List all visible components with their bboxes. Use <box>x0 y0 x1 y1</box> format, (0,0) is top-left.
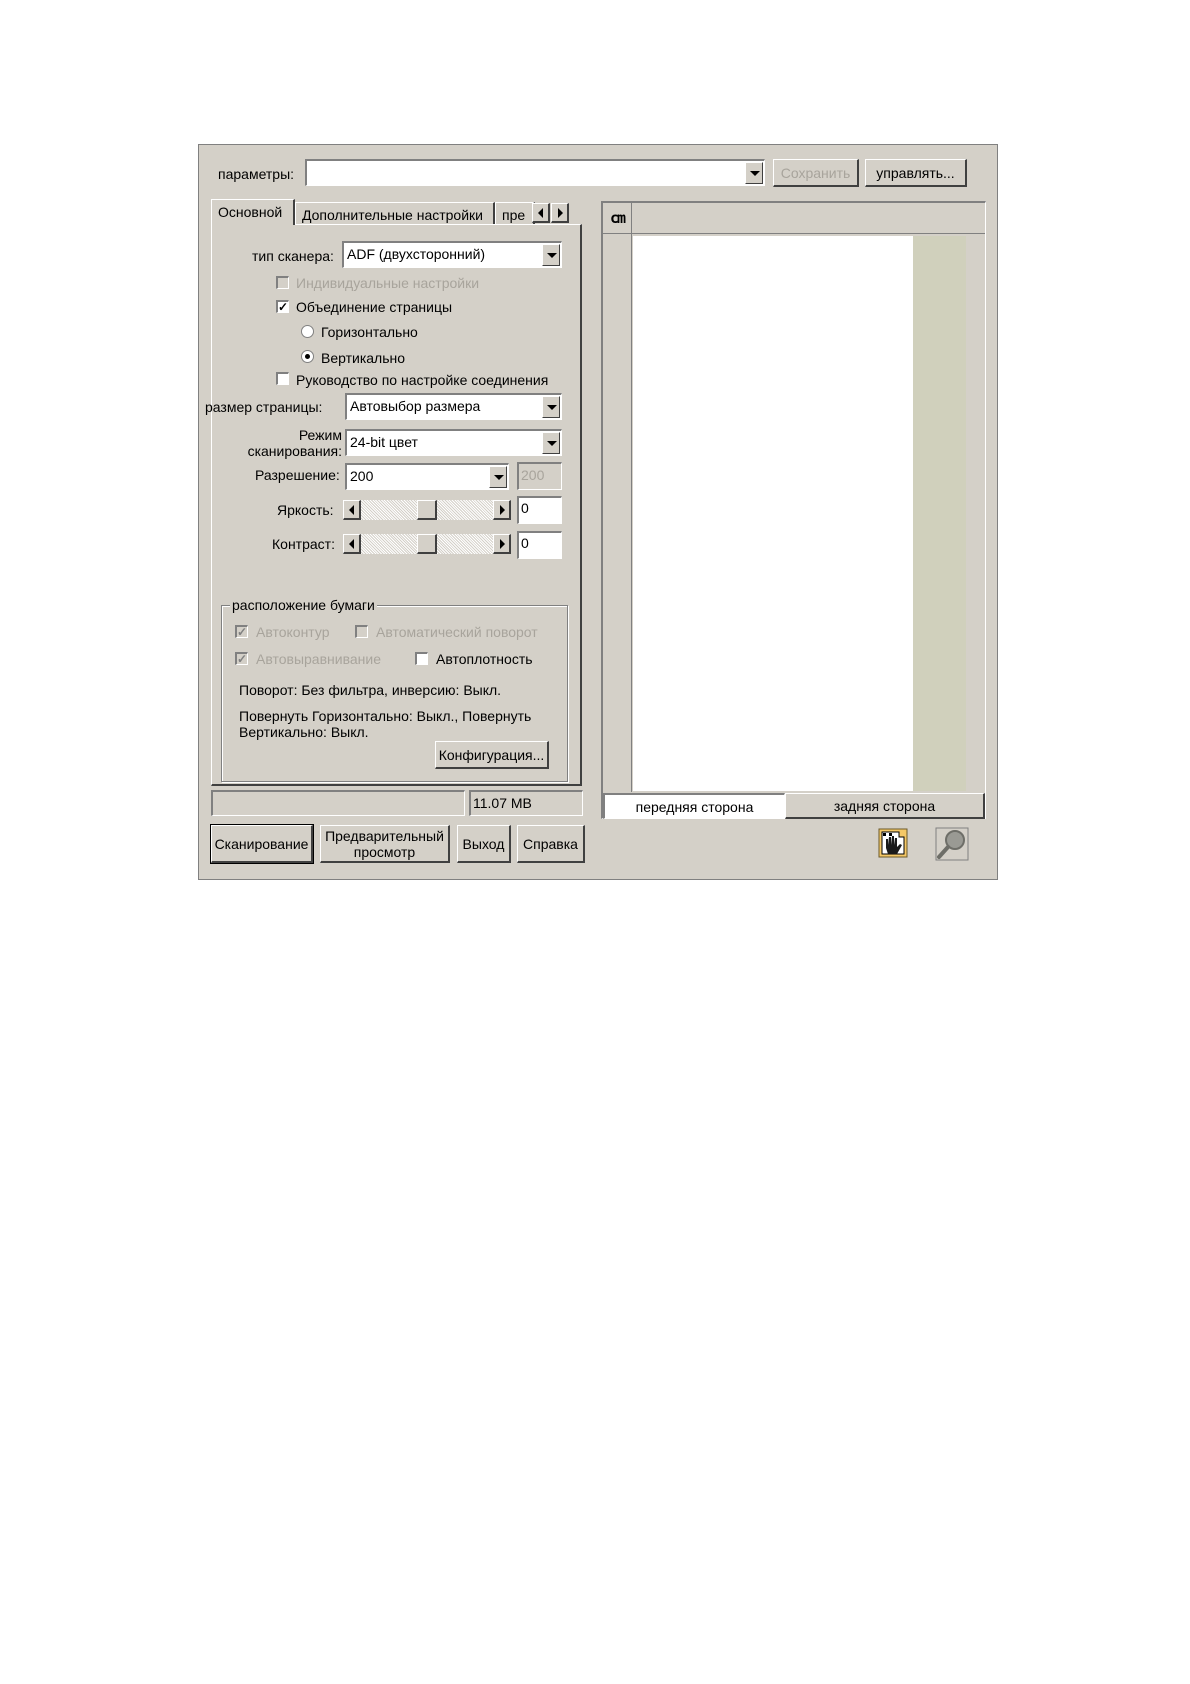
preview-area: cm <box>601 201 986 819</box>
auto-align-checkbox[interactable]: ✓ <box>235 652 248 665</box>
unit-button[interactable]: cm <box>603 203 632 234</box>
tab-scroll-right-icon[interactable] <box>551 203 569 223</box>
tab-preview[interactable]: пре <box>495 202 535 225</box>
horizontal-ruler <box>632 203 985 234</box>
auto-density-label: Автоплотность <box>436 651 533 667</box>
params-combo[interactable] <box>305 159 765 186</box>
help-button[interactable]: Справка <box>517 825 585 863</box>
slider-left-arrow-icon[interactable] <box>343 534 361 554</box>
brightness-label: Яркость: <box>277 502 334 518</box>
page-merge-label: Объединение страницы <box>296 299 453 315</box>
page-size-label: размер страницы: <box>205 399 323 415</box>
resolution-value: 200 <box>350 468 374 484</box>
brightness-track[interactable] <box>361 500 493 520</box>
scanner-type-value: ADF (двухсторонний) <box>347 246 486 262</box>
scanner-dialog: параметры: Сохранить управлять... Основн… <box>198 144 998 880</box>
tab-scroll-left-icon[interactable] <box>532 203 550 223</box>
vertical-radio[interactable] <box>301 350 314 363</box>
auto-align-label: Автовыравнивание <box>256 651 381 667</box>
brightness-slider[interactable] <box>343 499 511 521</box>
resolution-custom-field[interactable]: 200 <box>517 462 562 490</box>
paper-position-title: расположение бумаги <box>230 597 377 613</box>
zoom-magnifier-icon[interactable] <box>935 827 969 861</box>
preview-button-line2: просмотр <box>353 843 416 860</box>
auto-rotate-label: Автоматический поворот <box>376 624 538 640</box>
tab-back-side[interactable]: задняя сторона <box>785 793 985 819</box>
page-merge-checkbox[interactable]: ✓ <box>276 300 289 313</box>
memory-status: 11.07 MB <box>469 790 583 816</box>
auto-rotate-checkbox[interactable] <box>355 625 368 638</box>
chevron-down-icon[interactable] <box>745 162 763 184</box>
individual-settings-label: Индивидуальные настройки <box>296 275 480 291</box>
preview-margin <box>913 236 966 791</box>
page-size-value: Автовыбор размера <box>350 398 481 414</box>
chevron-down-icon[interactable] <box>542 432 560 454</box>
contrast-track[interactable] <box>361 534 493 554</box>
contrast-thumb[interactable] <box>417 534 437 554</box>
horizontal-label: Горизонтально <box>321 324 418 340</box>
brightness-value-field[interactable]: 0 <box>517 496 562 524</box>
scan-hand-icon[interactable] <box>877 827 909 859</box>
save-button[interactable]: Сохранить <box>773 159 859 187</box>
scan-mode-label-line1: Режим <box>298 427 342 443</box>
connection-guide-label: Руководство по настройке соединения <box>296 372 549 388</box>
auto-contour-label: Автоконтур <box>256 624 330 640</box>
exit-button[interactable]: Выход <box>457 825 511 863</box>
flip-info-line2: Вертикально: Выкл. <box>239 724 369 740</box>
tab-front-side[interactable]: передняя сторона <box>603 793 785 819</box>
horizontal-radio[interactable] <box>301 325 314 338</box>
page-size-select[interactable]: Автовыбор размера <box>345 393 562 420</box>
vertical-label: Вертикально <box>321 350 406 366</box>
scanner-type-label: тип сканера: <box>252 248 334 264</box>
chevron-down-icon[interactable] <box>489 466 507 488</box>
params-label: параметры: <box>218 166 295 182</box>
chevron-down-icon[interactable] <box>542 244 560 266</box>
tab-advanced[interactable]: Дополнительные настройки <box>295 202 495 225</box>
manage-button[interactable]: управлять... <box>865 159 967 187</box>
auto-contour-checkbox[interactable]: ✓ <box>235 625 248 638</box>
preview-button[interactable]: Предварительный просмотр <box>320 825 450 863</box>
contrast-slider[interactable] <box>343 533 511 555</box>
contrast-value-field[interactable]: 0 <box>517 531 562 559</box>
preview-button-line1: Предварительный <box>325 827 444 844</box>
status-progress <box>211 790 465 816</box>
chevron-down-icon[interactable] <box>542 396 560 418</box>
resolution-label: Разрешение: <box>255 467 340 483</box>
slider-left-arrow-icon[interactable] <box>343 500 361 520</box>
vertical-ruler <box>603 234 632 792</box>
memory-value: 11.07 MB <box>473 795 532 811</box>
brightness-value: 0 <box>521 500 529 516</box>
rotation-info: Поворот: Без фильтра, инверсию: Выкл. <box>239 682 502 698</box>
configuration-button[interactable]: Конфигурация... <box>435 741 549 769</box>
scan-button[interactable]: Сканирование <box>210 824 314 864</box>
scanner-type-select[interactable]: ADF (двухсторонний) <box>342 241 562 268</box>
scan-mode-value: 24-bit цвет <box>350 434 418 450</box>
slider-right-arrow-icon[interactable] <box>493 534 511 554</box>
tab-basic[interactable]: Основной <box>211 199 295 225</box>
connection-guide-checkbox[interactable] <box>276 372 289 385</box>
brightness-thumb[interactable] <box>417 500 437 520</box>
individual-settings-checkbox[interactable] <box>276 276 289 289</box>
contrast-label: Контраст: <box>272 536 335 552</box>
resolution-custom-value: 200 <box>521 467 545 483</box>
preview-page[interactable] <box>633 236 913 791</box>
auto-density-checkbox[interactable] <box>415 652 428 665</box>
scan-mode-select[interactable]: 24-bit цвет <box>345 429 562 456</box>
scan-mode-label-line2: сканирования: <box>247 443 342 459</box>
flip-info-line1: Повернуть Горизонтально: Выкл., Повернут… <box>239 708 532 724</box>
contrast-value: 0 <box>521 535 529 551</box>
resolution-select[interactable]: 200 <box>345 463 509 490</box>
slider-right-arrow-icon[interactable] <box>493 500 511 520</box>
